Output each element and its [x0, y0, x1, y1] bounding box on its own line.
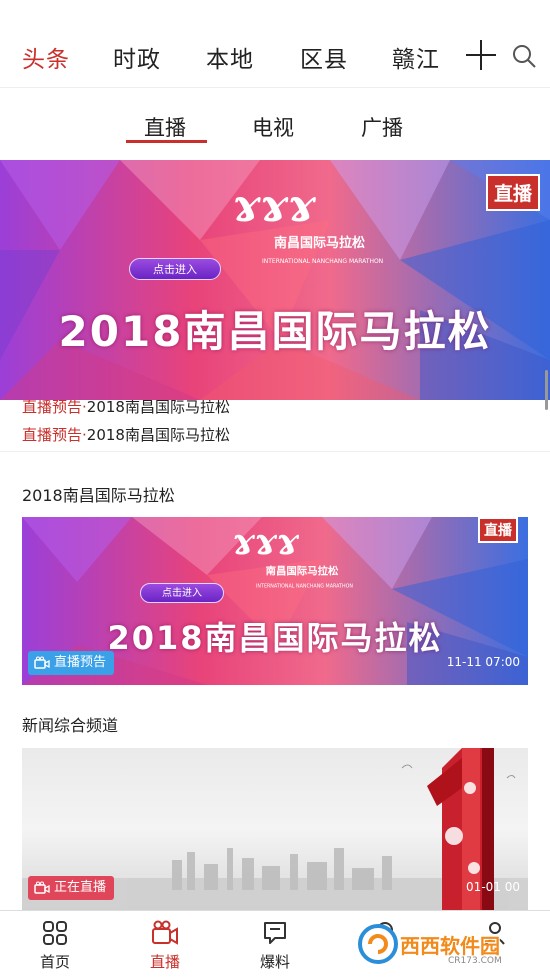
active-subtab-indicator [126, 140, 207, 143]
banner-title: 2018南昌国际马拉松 [58, 307, 492, 356]
marathon-logo: ɤɤɤ 南昌国际马拉松 INTERNATIONAL NANCHANG MARAT… [232, 521, 353, 589]
video-camera-icon [34, 881, 50, 894]
status-badge: 正在直播 [28, 876, 115, 900]
bottom-tab-live[interactable]: 直播 [125, 919, 205, 972]
tab-headlines[interactable]: 头条 [22, 40, 70, 74]
section-title: 2018南昌国际马拉松 [22, 486, 175, 505]
subtab-radio[interactable]: 广播 [361, 112, 403, 142]
sub-tabs: 直播 电视 广播 [0, 88, 550, 160]
marathon-logo: ɤɤɤ 南昌国际马拉松 INTERNATIONAL NANCHANG MARAT… [232, 180, 384, 265]
search-icon[interactable] [510, 42, 538, 70]
enter-button[interactable]: 点击进入 [140, 583, 224, 603]
live-badge: 直播 [485, 174, 540, 211]
video-camera-icon [34, 656, 50, 669]
enter-button[interactable]: 点击进入 [129, 258, 221, 280]
tab-counties[interactable]: 区县 [300, 40, 348, 74]
bottom-tab-home[interactable]: 首页 [15, 919, 95, 972]
ticker-item: 直播预告·2018南昌国际马拉松 [22, 400, 230, 416]
watermark: 西西软件园 CR173.COM [356, 916, 546, 972]
watermark-logo-icon [358, 924, 398, 964]
subtab-live[interactable]: 直播 [144, 112, 186, 142]
grid-icon [43, 921, 67, 945]
live-badge: 直播 [478, 517, 518, 543]
top-nav: 头条 时政 本地 区县 赣江 [0, 0, 550, 88]
start-time: 11-11 07:00 [446, 655, 520, 669]
preview-ticker[interactable]: 直播预告·2018南昌国际马拉松 直播预告·2018南昌国际马拉松 [0, 400, 550, 452]
tab-ganjiang[interactable]: 赣江 [392, 40, 440, 74]
add-channel-icon[interactable] [466, 40, 496, 70]
tab-politics[interactable]: 时政 [113, 40, 161, 74]
hero-banner[interactable]: ɤɤɤ 南昌国际马拉松 INTERNATIONAL NANCHANG MARAT… [0, 160, 550, 400]
camera-icon [152, 920, 178, 945]
ticker-item: 直播预告·2018南昌国际马拉松 [22, 426, 230, 444]
subtab-tv[interactable]: 电视 [252, 112, 294, 142]
status-badge: 直播预告 [28, 651, 115, 675]
chat-icon [264, 922, 286, 944]
live-card[interactable]: 正在直播 01-01 00 [22, 748, 528, 910]
tab-local[interactable]: 本地 [206, 40, 254, 74]
section-title: 新闻综合频道 [22, 716, 119, 735]
start-time: 01-01 00 [466, 880, 520, 894]
bottom-tab-report[interactable]: 爆料 [235, 919, 315, 972]
live-card[interactable]: ɤɤɤ 南昌国际马拉松 INTERNATIONAL NANCHANG MARAT… [22, 517, 528, 685]
